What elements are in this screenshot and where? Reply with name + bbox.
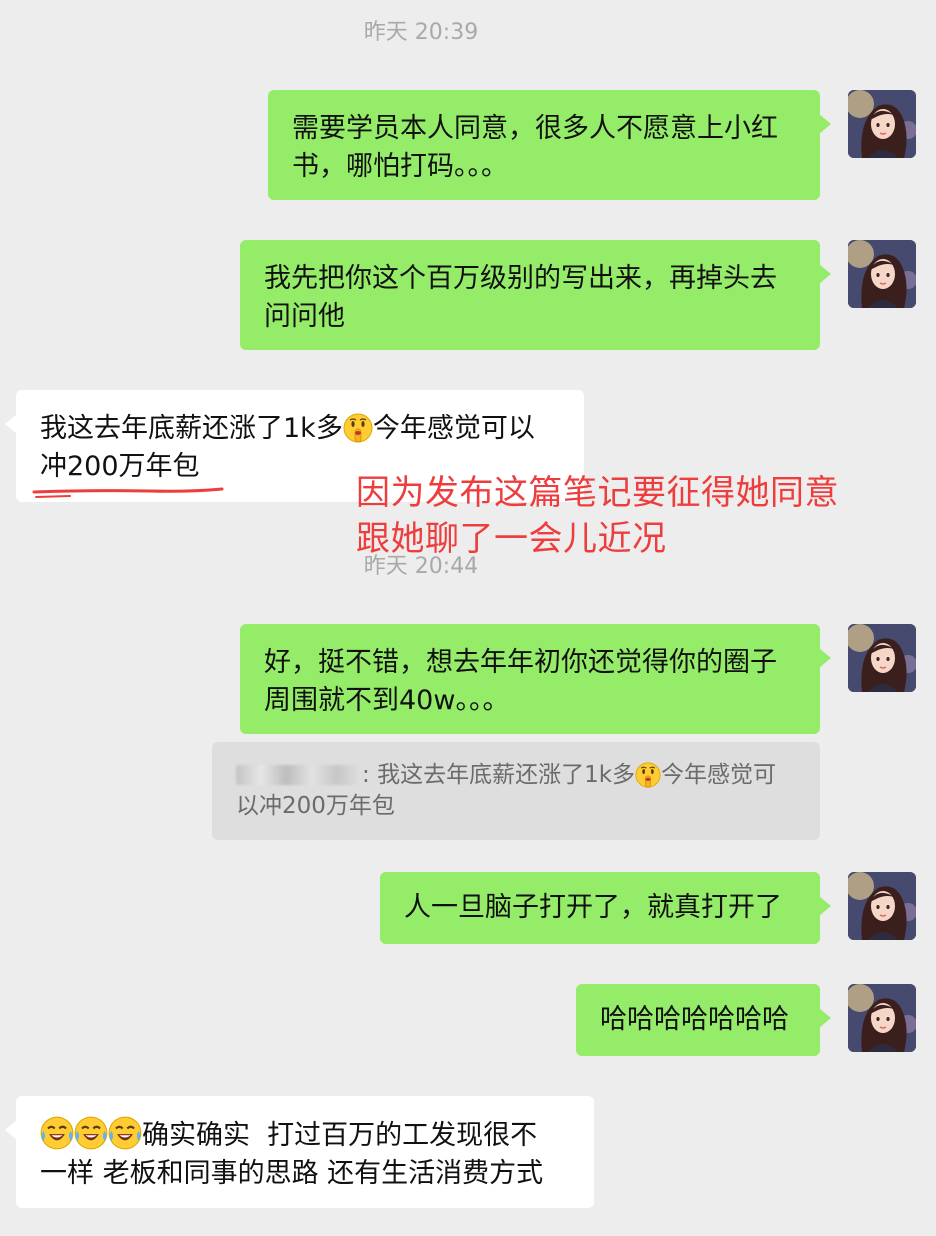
message-line: 哈哈哈哈哈哈哈 (600, 1004, 789, 1035)
my-avatar[interactable] (848, 872, 916, 940)
avatar-image (848, 872, 916, 940)
my-message-bubble[interactable]: 哈哈哈哈哈哈哈 (576, 984, 831, 1056)
quote-text: 今年感觉可 (661, 762, 777, 788)
quote-text: 我这去年底薪还涨了1k多 (377, 762, 636, 788)
my-avatar[interactable] (848, 90, 916, 158)
message-line: 需要学员本人同意，很多人不愿意上小红 (292, 113, 778, 144)
message-line: 人一旦脑子打开了，就真打开了 (404, 892, 782, 923)
message-text: 确实确实 打过百万的工发现很不 (142, 1120, 538, 1151)
quote-line: : 我这去年底薪还涨了1k多 今年感觉可 (236, 760, 796, 791)
red-annotation: 因为发布这篇笔记要征得她同意 跟她聊了一会儿近况 (356, 470, 839, 562)
my-message-bubble[interactable]: 需要学员本人同意，很多人不愿意上小红 书，哪怕打码。。。 (268, 90, 831, 200)
message-line: 书，哪怕打码。。。 (292, 151, 508, 182)
avatar-image (848, 624, 916, 692)
message-line: 我这去年底薪还涨了1k多 今年感觉可以 (40, 410, 560, 448)
annotation-line: 跟她聊了一会儿近况 (356, 519, 667, 559)
my-avatar[interactable] (848, 984, 916, 1052)
tears-of-joy-emoji (74, 1116, 108, 1150)
quote-separator: : (362, 762, 378, 788)
shush-face-emoji (635, 762, 661, 788)
message-text: 我这去年底薪还涨了1k多 (40, 413, 343, 444)
timestamp: 昨天 20:39 (363, 20, 479, 45)
other-message-bubble[interactable]: 确实确实 打过百万的工发现很不 一样 老板和同事的思路 还有生活消费方式 (5, 1096, 594, 1208)
message-line: 我先把你这个百万级别的写出来，再掉头去 (264, 263, 777, 294)
blurred-sender-name (236, 765, 362, 785)
message-line: 确实确实 打过百万的工发现很不 (40, 1116, 570, 1155)
my-message-bubble[interactable]: 好，挺不错，想去年年初你还觉得你的圈子 周围就不到40w。。。 (240, 624, 831, 734)
quoted-message[interactable]: : 我这去年底薪还涨了1k多 今年感觉可 以冲200万年包 (212, 742, 820, 840)
message-line: 周围就不到40w。。。 (264, 685, 510, 716)
message-text: 今年感觉可以 (372, 413, 535, 444)
avatar-image (848, 984, 916, 1052)
shush-face-emoji (343, 413, 373, 443)
my-message-bubble[interactable]: 人一旦脑子打开了，就真打开了 (380, 872, 831, 944)
my-avatar[interactable] (848, 624, 916, 692)
message-line: 一样 老板和同事的思路 还有生活消费方式 (40, 1158, 544, 1189)
tears-of-joy-emoji (108, 1116, 142, 1150)
my-avatar[interactable] (848, 240, 916, 308)
my-message-bubble[interactable]: 我先把你这个百万级别的写出来，再掉头去 问问他 (240, 240, 831, 350)
avatar-image (848, 240, 916, 308)
annotation-line: 因为发布这篇笔记要征得她同意 (356, 473, 839, 513)
red-underline-mark (32, 487, 224, 498)
quote-line: 以冲200万年包 (236, 793, 395, 819)
avatar-image (848, 90, 916, 158)
tears-of-joy-emoji (40, 1116, 74, 1150)
message-line: 问问他 (264, 301, 345, 332)
message-line: 好，挺不错，想去年年初你还觉得你的圈子 (264, 647, 777, 678)
